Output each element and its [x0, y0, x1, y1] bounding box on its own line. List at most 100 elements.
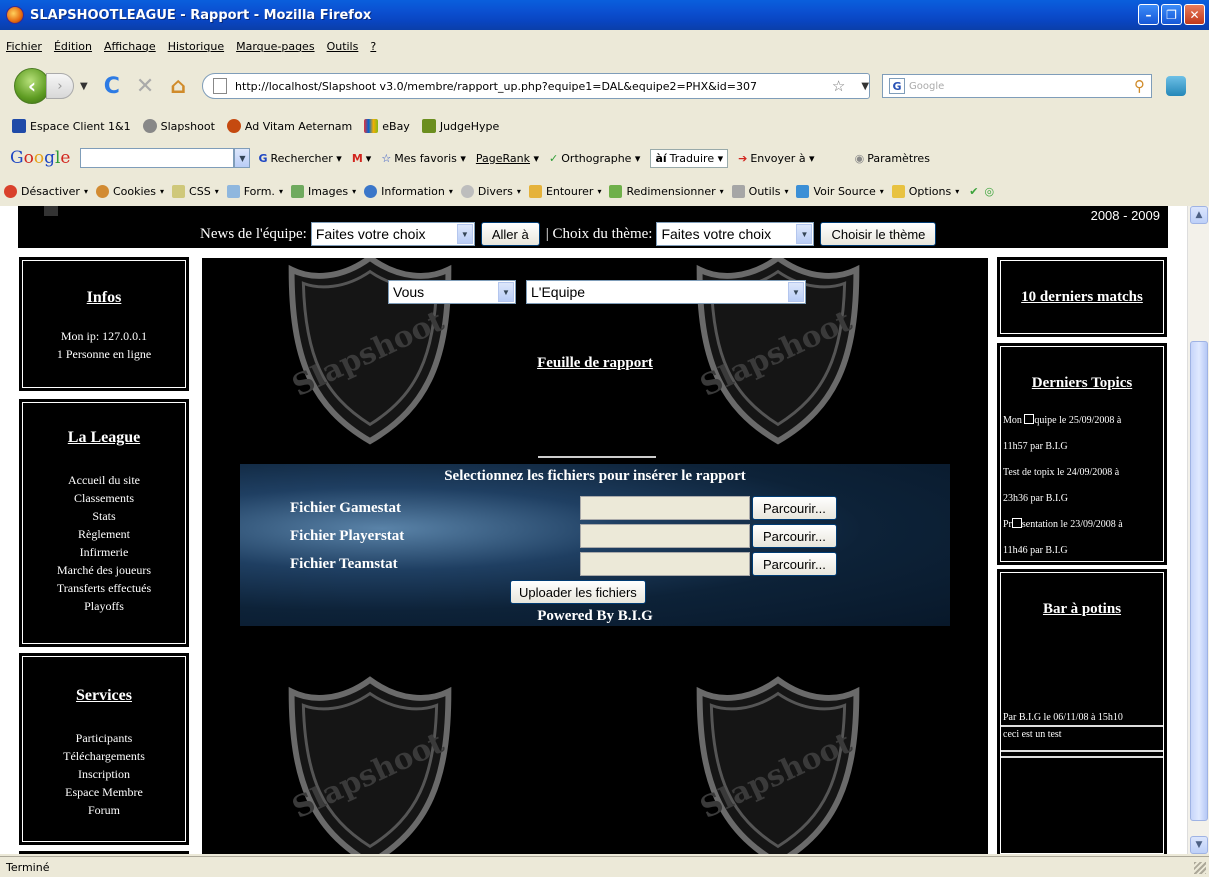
search-bar[interactable]: G Google ⚲	[882, 74, 1153, 98]
menu-help[interactable]: ?	[370, 40, 376, 53]
gamestat-browse-button[interactable]: Parcourir...	[752, 496, 837, 520]
google-search-button[interactable]: G Rechercher ▾	[258, 152, 341, 165]
search-icon[interactable]: ⚲	[1134, 77, 1145, 95]
link-reglement[interactable]: Règlement	[23, 525, 185, 543]
bookmark-judgehype[interactable]: JudgeHype	[421, 119, 499, 133]
team-select[interactable]: L'Equipe ▼	[526, 280, 806, 304]
bookmark-slapshoot[interactable]: Slapshoot	[142, 119, 215, 133]
google-search-input[interactable]	[80, 148, 235, 168]
dev-options[interactable]: Options ▾	[891, 184, 959, 198]
chevron-down-icon[interactable]: ▼	[234, 148, 251, 168]
maximize-button[interactable]: ❐	[1161, 4, 1182, 25]
validate-circle-icon[interactable]: ◎	[984, 185, 994, 198]
menu-marque-pages[interactable]: Marque-pages	[236, 40, 314, 53]
dev-tools[interactable]: Outils ▾	[731, 184, 788, 198]
dev-view-source[interactable]: Voir Source ▾	[796, 184, 884, 198]
menu-outils[interactable]: Outils	[327, 40, 359, 53]
dev-information[interactable]: Information ▾	[364, 184, 453, 198]
menu-edition[interactable]: Édition	[54, 40, 92, 53]
dev-images[interactable]: Images ▾	[290, 184, 356, 198]
window-title: SLAPSHOOTLEAGUE - Rapport - Mozilla Fire…	[30, 7, 372, 23]
dev-cookies[interactable]: Cookies ▾	[95, 184, 164, 198]
history-dropdown-icon[interactable]: ▼	[80, 81, 88, 92]
missing-glyph-icon	[1011, 518, 1022, 528]
choose-theme-button[interactable]: Choisir le thème	[820, 222, 937, 246]
bookmark-star-icon[interactable]: ☆	[832, 77, 845, 95]
upload-panel: Selectionnez les fichiers pour insérer l…	[240, 464, 950, 626]
google-favorites-button[interactable]: ☆ Mes favoris ▾	[381, 152, 466, 165]
translate-button[interactable]: àí Traduire ▾	[650, 148, 729, 168]
dev-outline[interactable]: Entourer ▾	[528, 184, 601, 198]
bookmark-label: Slapshoot	[160, 119, 215, 133]
url-dropdown-icon[interactable]: ▼	[861, 81, 869, 92]
send-to-button[interactable]: ➔ Envoyer à ▾	[738, 152, 814, 165]
scroll-down-button[interactable]: ▼	[1190, 836, 1208, 854]
link-telechargements[interactable]: Téléchargements	[23, 747, 185, 765]
dev-misc[interactable]: Divers ▾	[460, 184, 521, 198]
home-icon[interactable]: ⌂	[170, 74, 186, 99]
link-participants[interactable]: Participants	[23, 729, 185, 747]
bookmark-label: eBay	[382, 119, 410, 133]
resize-grip[interactable]	[1194, 862, 1206, 874]
link-espace-membre[interactable]: Espace Membre	[23, 783, 185, 801]
forward-button[interactable]: ›	[46, 73, 74, 99]
link-stats[interactable]: Stats	[23, 507, 185, 525]
matches-title[interactable]: 10 derniers matchs	[1001, 289, 1163, 306]
scrollbar-thumb[interactable]	[1190, 341, 1208, 821]
link-infirmerie[interactable]: Infirmerie	[23, 543, 185, 561]
dev-label: Entourer	[545, 184, 594, 198]
scroll-up-button[interactable]: ▲	[1190, 206, 1208, 224]
topics-box: Derniers Topics Mon quipe le 25/09/2008 …	[997, 343, 1167, 565]
link-transferts[interactable]: Transferts effectués	[23, 579, 185, 597]
gamestat-file-input[interactable]	[580, 496, 750, 520]
link-marche[interactable]: Marché des joueurs	[23, 561, 185, 579]
goto-button[interactable]: Aller à	[480, 222, 540, 246]
url-bar[interactable]: http://localhost/Slapshoot v3.0/membre/r…	[202, 73, 871, 99]
reload-icon[interactable]: C	[104, 74, 120, 99]
dev-css[interactable]: CSS ▾	[172, 184, 219, 198]
addon-icon[interactable]	[1166, 76, 1187, 96]
report-title[interactable]: Feuille de rapport	[202, 355, 988, 372]
topic-item[interactable]: Mon quipe le 25/09/2008 à	[1003, 408, 1163, 434]
topic-item[interactable]: Pr sentation le 23/09/2008 à	[1003, 512, 1163, 538]
settings-button[interactable]: ◉ Paramètres	[855, 152, 930, 165]
bookmark-ad-vitam[interactable]: Ad Vitam Aeternam	[226, 119, 352, 133]
menu-historique[interactable]: Historique	[168, 40, 224, 53]
upload-files-button[interactable]: Uploader les fichiers	[510, 580, 646, 604]
link-playoffs[interactable]: Playoffs	[23, 597, 185, 615]
news-select-value: Faites votre choix	[315, 226, 426, 242]
back-button[interactable]: ‹	[14, 68, 50, 104]
dev-resize[interactable]: Redimensionner ▾	[609, 184, 724, 198]
dev-disable[interactable]: Désactiver ▾	[4, 184, 88, 198]
chevron-down-icon: ▼	[456, 224, 473, 244]
bookmark-ebay[interactable]: eBay	[364, 119, 410, 133]
minimize-button[interactable]: –	[1138, 4, 1159, 25]
teamstat-file-input[interactable]	[580, 552, 750, 576]
dev-label: Redimensionner	[626, 184, 716, 198]
spellcheck-button[interactable]: ✓ Orthographe ▾	[549, 152, 640, 165]
link-accueil[interactable]: Accueil du site	[23, 471, 185, 489]
link-classements[interactable]: Classements	[23, 489, 185, 507]
link-forum[interactable]: Forum	[23, 801, 185, 819]
pagerank-button[interactable]: PageRank ▾	[476, 152, 539, 165]
stop-icon[interactable]: ✕	[136, 74, 154, 99]
search-engine-icon[interactable]: G	[889, 78, 906, 94]
bookmark-espace-client[interactable]: Espace Client 1&1	[12, 119, 131, 133]
url-text[interactable]: http://localhost/Slapshoot v3.0/membre/r…	[235, 80, 832, 93]
close-button[interactable]: ✕	[1184, 4, 1205, 25]
dev-forms[interactable]: Form. ▾	[226, 184, 283, 198]
site-header: 2008 - 2009 News de l'équipe: Faites vot…	[18, 206, 1168, 248]
news-select[interactable]: Faites votre choix ▼	[310, 222, 475, 246]
teamstat-browse-button[interactable]: Parcourir...	[752, 552, 837, 576]
theme-select[interactable]: Faites votre choix ▼	[656, 222, 815, 246]
who-select[interactable]: Vous ▼	[388, 280, 516, 304]
menu-affichage[interactable]: Affichage	[104, 40, 156, 53]
validate-check-icon[interactable]: ✔	[969, 185, 978, 198]
menu-fichier[interactable]: Fichier	[6, 40, 42, 53]
google-extras[interactable]: M ▾	[352, 152, 371, 165]
playerstat-file-input[interactable]	[580, 524, 750, 548]
link-inscription[interactable]: Inscription	[23, 765, 185, 783]
playerstat-browse-button[interactable]: Parcourir...	[752, 524, 837, 548]
topic-item[interactable]: Test de topix le 24/09/2008 à	[1003, 460, 1163, 486]
vertical-scrollbar[interactable]: ▲ ▼	[1187, 206, 1209, 854]
